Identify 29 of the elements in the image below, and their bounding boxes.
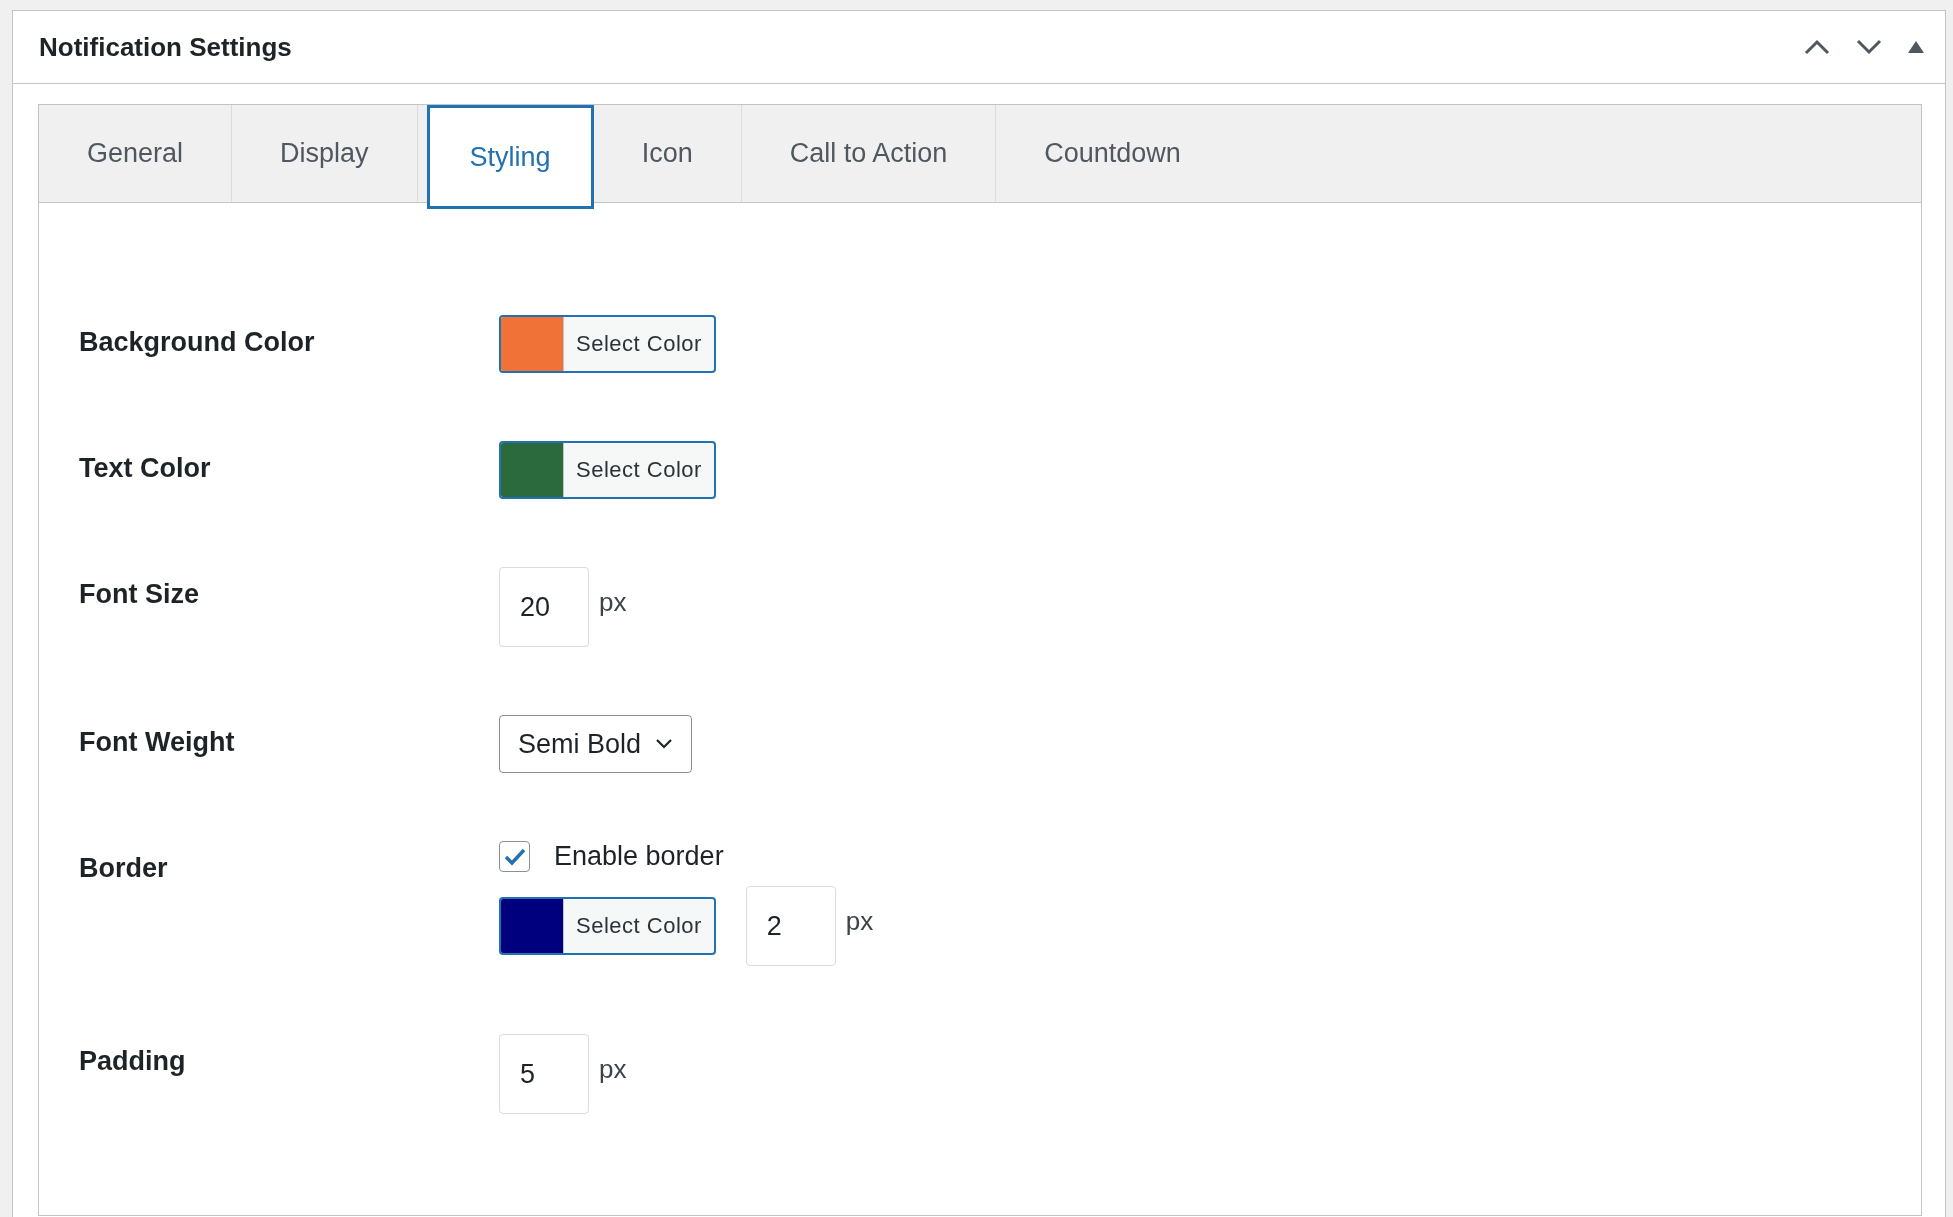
field-label: Padding	[79, 1045, 187, 1077]
move-down-icon[interactable]	[1855, 38, 1883, 56]
number-input[interactable]: 5	[499, 1034, 589, 1114]
checkbox[interactable]	[499, 841, 530, 872]
field-label: Border	[79, 852, 169, 884]
collapse-triangle-icon[interactable]	[1907, 40, 1925, 54]
chevron-down-icon	[655, 738, 674, 750]
number-input[interactable]: 20	[499, 567, 589, 647]
tab[interactable]: General	[39, 105, 233, 202]
field-label: Font Size	[79, 578, 200, 610]
unit-label: px	[599, 586, 627, 618]
tab[interactable]: Call to Action	[741, 105, 997, 202]
move-up-icon[interactable]	[1803, 38, 1831, 56]
color-picker-button[interactable]: Select Color	[499, 315, 716, 373]
number-input[interactable]: 2	[745, 886, 836, 966]
checkbox-label: Enable border	[554, 841, 724, 872]
field-label: Background Color	[79, 326, 316, 358]
field-label: Text Color	[79, 452, 212, 484]
field-label: Font Weight	[79, 726, 236, 758]
tab[interactable]: Display	[232, 105, 418, 202]
panel-title: Notification Settings	[39, 31, 292, 63]
tab[interactable]: Countdown	[996, 105, 1229, 202]
color-picker-button[interactable]: Select Color	[499, 441, 716, 499]
tab[interactable]: Styling	[426, 105, 594, 209]
font-weight-select[interactable]: Semi Bold	[499, 715, 693, 773]
color-picker-button[interactable]: Select Color	[499, 897, 716, 955]
unit-label: px	[845, 905, 874, 937]
tab[interactable]: Icon	[593, 105, 742, 202]
unit-label: px	[599, 1053, 627, 1085]
